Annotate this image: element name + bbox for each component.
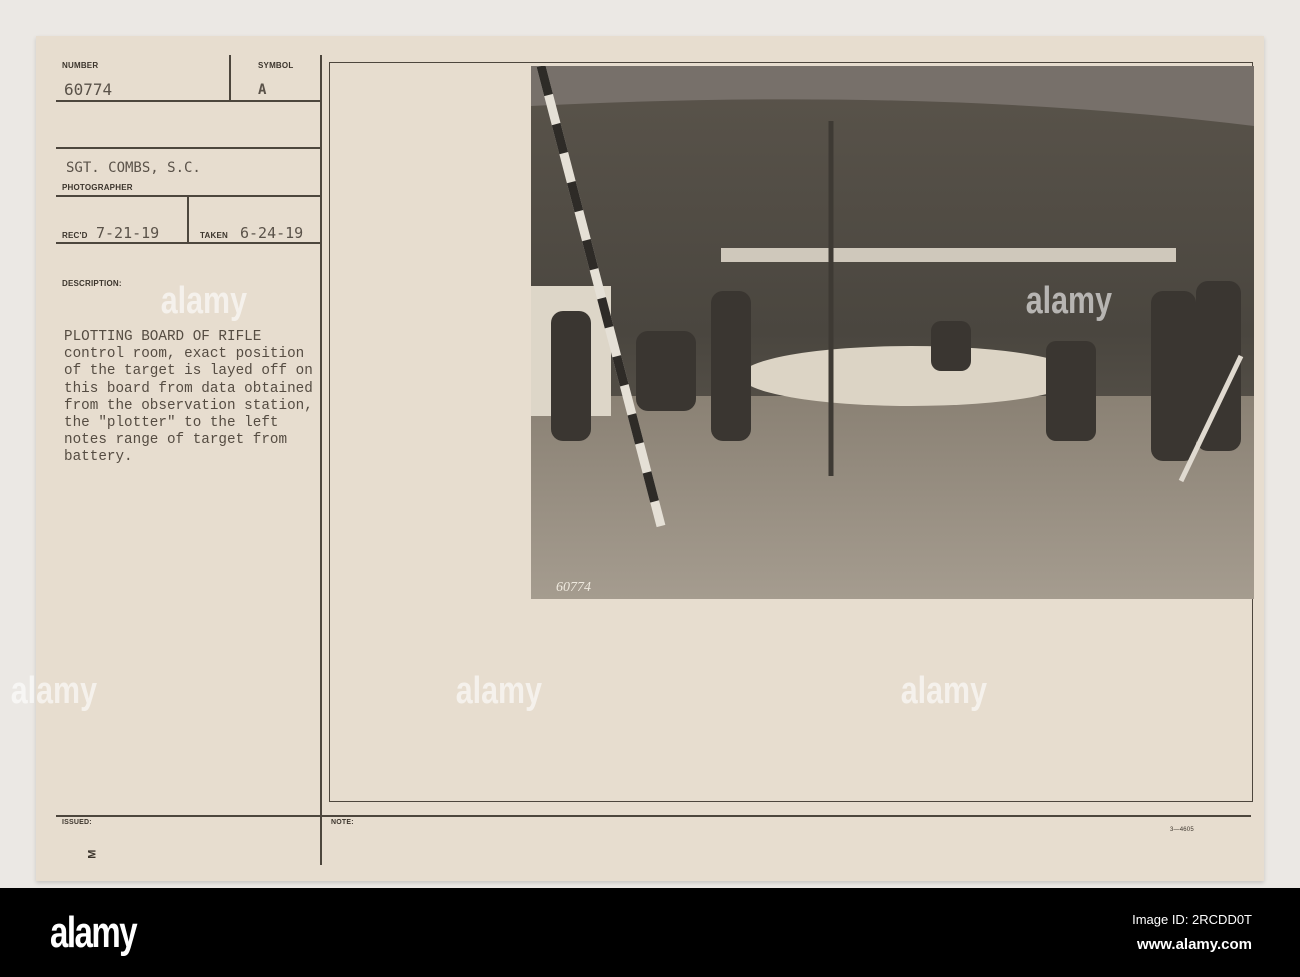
description-label: DESCRIPTION: [62, 279, 122, 288]
divider [187, 195, 189, 242]
photograph-plotting-board-room: 60774 [531, 66, 1254, 599]
recd-label: REC'D [62, 231, 88, 240]
note-label: NOTE: [331, 819, 354, 826]
symbol-value: A [258, 82, 267, 98]
photograph-scene: 60774 [531, 66, 1254, 599]
side-mark: M [86, 849, 99, 859]
alamy-logo: alamy [50, 908, 138, 957]
divider [56, 242, 320, 244]
divider [56, 147, 320, 149]
description-text: PLOTTING BOARD OF RIFLE control room, ex… [64, 329, 313, 466]
watermark-alamy: alamy [1025, 280, 1112, 322]
image-id: Image ID: 2RCDD0T [1132, 912, 1252, 927]
photo-inscription: 60774 [556, 580, 591, 595]
taken-value: 6-24-19 [240, 224, 304, 242]
divider [229, 55, 231, 100]
watermark-alamy: alamy [455, 670, 542, 712]
watermark-footer: alamy Image ID: 2RCDD0T www.alamy.com [0, 888, 1300, 977]
divider [320, 55, 322, 865]
divider [56, 815, 1251, 817]
recd-value: 7-21-19 [96, 224, 160, 242]
watermark-alamy: alamy [900, 670, 987, 712]
photographer-value: SGT. COMBS, S.C. [66, 160, 201, 176]
form-number: 3—4605 [1170, 827, 1194, 833]
photographer-label: PHOTOGRAPHER [62, 183, 133, 192]
number-label: NUMBER [62, 61, 99, 70]
taken-label: TAKEN [200, 231, 228, 240]
issued-label: ISSUED: [62, 819, 92, 826]
alamy-url[interactable]: www.alamy.com [1137, 936, 1252, 953]
watermark-alamy: alamy [10, 670, 97, 712]
number-value: 60774 [64, 80, 113, 99]
symbol-label: SYMBOL [258, 61, 294, 70]
watermark-alamy: alamy [160, 280, 247, 322]
divider [56, 100, 320, 102]
